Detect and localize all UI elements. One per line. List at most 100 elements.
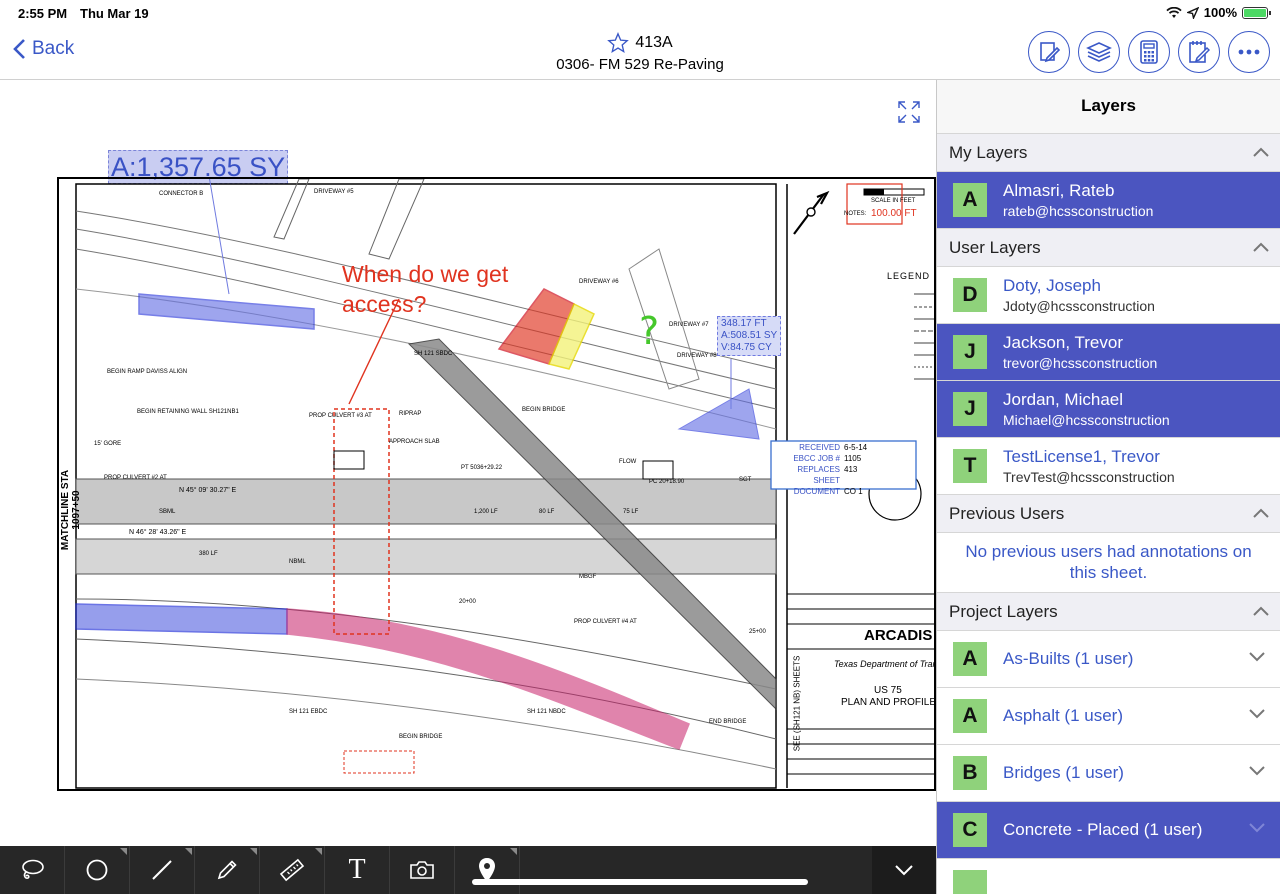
drawing-label: MBGF: [579, 574, 597, 580]
chevron-up-icon: [1253, 147, 1269, 157]
text-tool[interactable]: T: [325, 846, 390, 894]
drawing-label: DRIVEWAY #5: [314, 189, 354, 195]
drawing-label: NOTES:: [844, 211, 867, 217]
line-tool[interactable]: [130, 846, 195, 894]
fullscreen-icon[interactable]: [897, 100, 921, 124]
drawing-label: SH 121 SBDC: [414, 351, 453, 357]
stamp-label: REPLACES SHEET: [797, 465, 840, 485]
favorite-star-icon[interactable]: [607, 32, 630, 54]
section-user-layers[interactable]: User Layers: [937, 229, 1280, 267]
edit-sheet-button[interactable]: [1028, 31, 1070, 73]
avatar: C: [953, 813, 987, 847]
drawing-label: N 46° 28' 43.26" E: [129, 529, 187, 536]
chevron-up-icon: [1253, 242, 1269, 252]
layer-row-jordan[interactable]: J Jordan, Michael Michael@hcssconstructio…: [937, 381, 1280, 438]
plan-title: PLAN AND PROFILE: [841, 697, 936, 708]
measure-area: A:508.51 SY: [721, 330, 778, 341]
layer-email: trevor@hcssconstruction: [1003, 355, 1158, 371]
measure-box[interactable]: 348.17 FT A:508.51 SY V:84.75 CY: [717, 316, 782, 356]
stamp-value: CO 1: [844, 487, 863, 496]
chevron-down-icon[interactable]: [1248, 822, 1266, 833]
chevron-down-icon: [895, 865, 913, 876]
home-indicator[interactable]: [472, 879, 808, 885]
circle-tool[interactable]: [65, 846, 130, 894]
blue-area-markup-2[interactable]: [75, 603, 288, 635]
route-label: US 75: [874, 685, 902, 696]
more-button[interactable]: [1228, 31, 1270, 73]
line-icon: [152, 860, 172, 880]
battery-percent: 100%: [1203, 5, 1237, 20]
txdot-name: Texas Department of Tran: [834, 659, 936, 669]
chevron-down-icon[interactable]: [1248, 651, 1266, 662]
chevron-up-icon: [1253, 606, 1269, 616]
nav-bar: Back 413A 0306- FM 529 Re-Paving: [0, 26, 1280, 80]
camera-icon: [410, 861, 434, 879]
plan-sheet: ? When do we get access? 348.17 FT A:508…: [57, 177, 936, 791]
drawing-label: DRIVEWAY #7: [669, 322, 709, 328]
stamp-label: EBCC JOB #: [793, 454, 840, 463]
blue-triangle-markup[interactable]: [677, 388, 760, 440]
drawing-label: BEGIN BRIDGE: [522, 407, 566, 413]
layer-row-jackson[interactable]: J Jackson, Trevor trevor@hcssconstruction: [937, 324, 1280, 381]
camera-tool[interactable]: [390, 846, 455, 894]
drawing-label: 380 LF: [199, 551, 218, 557]
chevron-down-icon[interactable]: [1248, 708, 1266, 719]
avatar: T: [953, 449, 987, 483]
layer-row-testlicense[interactable]: T TestLicense1, Trevor TrevTest@hcssconst…: [937, 438, 1280, 495]
section-previous-users[interactable]: Previous Users: [937, 495, 1280, 533]
pink-area-markup[interactable]: [286, 608, 690, 750]
layer-name: Almasri, Rateb: [1003, 181, 1115, 200]
avatar: B: [953, 756, 987, 790]
section-my-layers[interactable]: My Layers: [937, 134, 1280, 172]
stamp-value: 1105: [844, 454, 862, 463]
nav-actions: [1028, 31, 1270, 73]
layers-panel: Layers My Layers A Almasri, Rateb rateb@h…: [936, 80, 1280, 894]
lasso-tool[interactable]: [0, 846, 65, 894]
location-tool[interactable]: [455, 846, 520, 894]
layer-email: Jdoty@hcssconstruction: [1003, 298, 1155, 314]
section-label: Project Layers: [949, 601, 1058, 621]
drawing-label: SH 121 NBDC: [527, 709, 566, 715]
green-question-mark[interactable]: ?: [639, 309, 659, 353]
calculator-icon: [1140, 40, 1158, 64]
stamp-value: 6-5-14: [844, 443, 868, 452]
pencil-icon: [217, 860, 237, 880]
pencil-tool[interactable]: [195, 846, 260, 894]
calculator-button[interactable]: [1128, 31, 1170, 73]
layer-name: TestLicense1, Trevor: [1003, 447, 1160, 466]
stamp-label: RECEIVED: [799, 443, 840, 452]
notes-button[interactable]: [1178, 31, 1220, 73]
status-right: 100%: [1166, 5, 1271, 20]
back-button[interactable]: Back: [12, 38, 74, 60]
sheet-name: 0306- FM 529 Re-Paving: [556, 56, 724, 73]
blue-area-markup[interactable]: [138, 293, 315, 330]
drawing-label: SH 121 EBDC: [289, 709, 328, 715]
layer-name: Doty, Joseph: [1003, 276, 1101, 295]
wifi-icon: [1166, 6, 1182, 18]
project-layer-asphalt[interactable]: A Asphalt (1 user): [937, 688, 1280, 745]
project-layer-next[interactable]: [937, 859, 1280, 894]
section-project-layers[interactable]: Project Layers: [937, 593, 1280, 631]
avatar: A: [953, 183, 987, 217]
project-layer-bridges[interactable]: B Bridges (1 user): [937, 745, 1280, 802]
layer-row-doty[interactable]: D Doty, Joseph Jdoty@hcssconstruction: [937, 267, 1280, 324]
drawing-canvas[interactable]: A:1,357.65 SY ? When do we get access? 3…: [0, 80, 936, 846]
project-layer-as-builts[interactable]: A As-Builts (1 user): [937, 631, 1280, 688]
project-layer-concrete-placed[interactable]: C Concrete - Placed (1 user): [937, 802, 1280, 859]
avatar: [953, 870, 987, 894]
layer-row-almasri[interactable]: A Almasri, Rateb rateb@hcssconstruction: [937, 172, 1280, 229]
sheet-number: 413A: [635, 34, 673, 51]
drawing-label: BEGIN BRIDGE: [399, 734, 443, 740]
layers-button[interactable]: [1078, 31, 1120, 73]
drawing-label: SBML: [159, 509, 176, 515]
status-bar: 2:55 PM Thu Mar 19 100%: [0, 0, 1280, 26]
ruler-tool[interactable]: [260, 846, 325, 894]
layer-email: rateb@hcssconstruction: [1003, 203, 1154, 219]
back-label: Back: [32, 38, 75, 59]
edit-sheet-icon: [1040, 42, 1061, 63]
location-arrow-icon: [1186, 6, 1199, 19]
collapse-toolbar-button[interactable]: [872, 846, 936, 894]
scale-note: 100.00 FT: [871, 208, 917, 219]
chevron-down-icon[interactable]: [1248, 765, 1266, 776]
callout-text[interactable]: When do we get access?: [342, 259, 512, 319]
